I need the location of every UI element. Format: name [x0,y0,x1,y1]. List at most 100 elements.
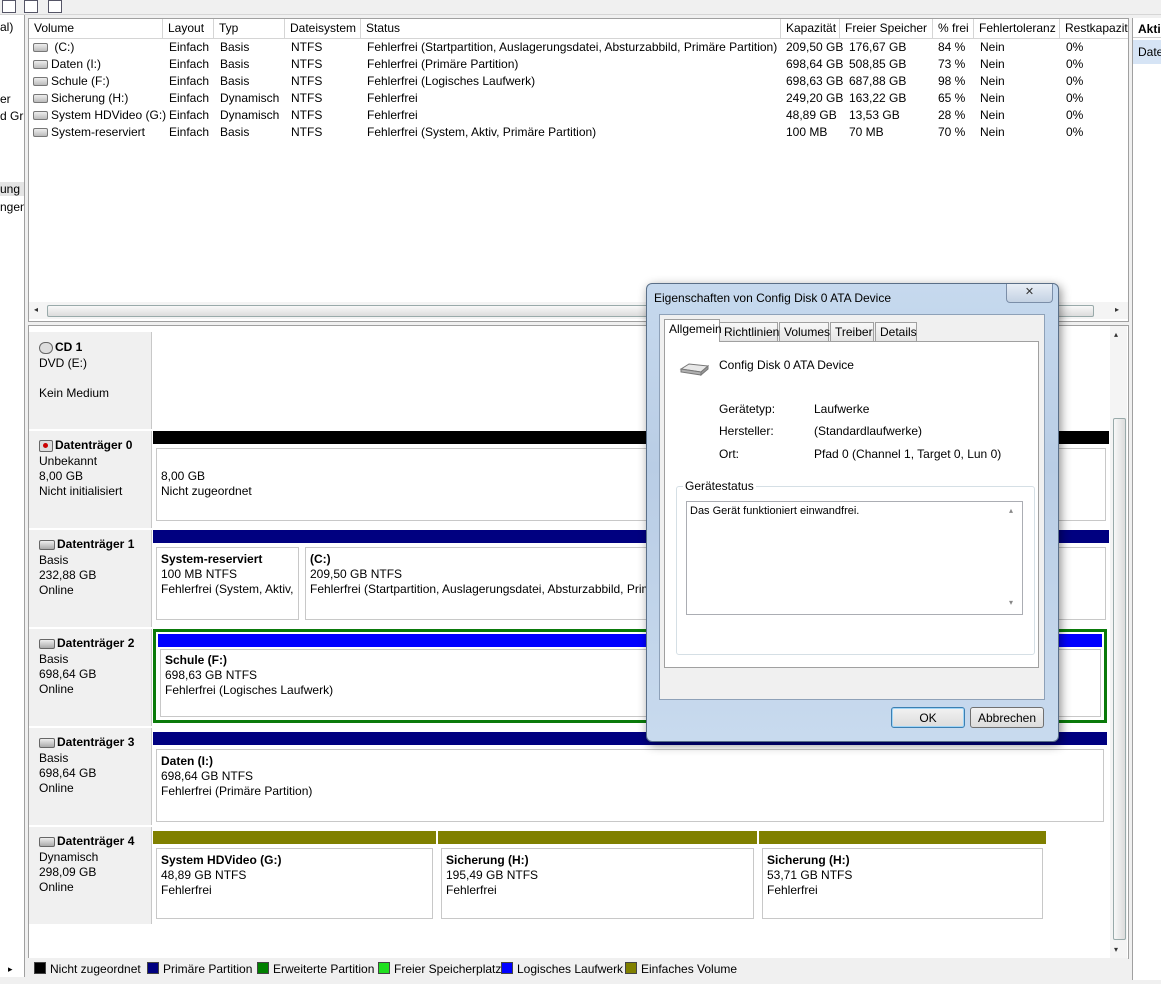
table-row[interactable]: Schule (F:) Einfach Basis NTFS Fehlerfrei (L… [29,73,1128,90]
legend-item: Nicht zugeordnet [34,962,141,976]
partition-g[interactable]: System HDVideo (G:) 48,89 GB NTFS Fehler… [153,831,436,922]
scroll-up-icon[interactable]: ▴ [1009,506,1013,515]
column-header-prozent-frei[interactable]: % frei [933,19,974,38]
scroll-up-icon[interactable]: ▴ [1114,330,1118,339]
tree-item[interactable]: ngen [0,200,24,214]
disk-status: Nicht initialisiert [39,484,123,498]
disk-name: Datenträger 1 [57,537,135,551]
table-cell-layout: Einfach [169,125,210,139]
back-icon[interactable] [2,0,16,13]
disk-status: Online [39,880,74,894]
tab-treiber[interactable]: Treiber [830,322,874,341]
scroll-down-icon[interactable]: ▾ [1114,945,1118,954]
table-row[interactable]: System HDVideo (G:) Einfach Dynamisch NTFS F… [29,107,1128,124]
partition-system-reserved[interactable]: System-reserviert 100 MB NTFS Fehlerfrei… [153,530,302,623]
table-cell-status: Fehlerfrei (Logisches Laufwerk) [367,74,536,88]
partition-status: Nicht zugeordnet [161,484,252,498]
disk-label-cd1[interactable]: CD 1 DVD (E:) Kein Medium [29,332,152,429]
partition-h-2[interactable]: Sicherung (H:) 53,71 GB NTFS Fehlerfrei [759,831,1046,922]
cancel-button[interactable]: Abbrechen [970,707,1044,728]
drive-icon [33,60,48,70]
device-status-textbox[interactable]: Das Gerät funktioniert einwandfrei. ▴ ▾ [686,501,1023,615]
partition-status: Fehlerfrei [767,883,818,897]
disk-size: 298,09 GB [39,865,97,879]
disk-label-0[interactable]: Datenträger 0 Unbekannt 8,00 GB Nicht in… [29,431,152,528]
tab-details[interactable]: Details [875,322,917,341]
column-header-freier-speicher[interactable]: Freier Speicher [840,19,933,38]
table-cell-ft: Nein [980,91,1005,105]
tab-richtlinien[interactable]: Richtlinien [719,322,779,341]
table-cell-layout: Einfach [169,91,210,105]
disk-label-3[interactable]: Datenträger 3 Basis 698,64 GB Online [29,728,152,825]
column-header-dateisystem[interactable]: Dateisystem [285,19,361,38]
table-cell-rest: 0% [1066,91,1084,105]
partition-name: Sicherung (H:) [767,853,850,867]
hard-disk-icon [39,539,55,550]
table-cell-pct: 65 % [938,91,966,105]
legend: Nicht zugeordnet Primäre Partition Erwei… [28,958,1128,978]
drive-icon [33,43,48,53]
partition-name: Schule (F:) [165,653,227,667]
properties-icon[interactable] [24,0,38,13]
table-cell-kap: 698,63 GB [786,74,844,88]
tab-volumes[interactable]: Volumes [779,322,830,341]
partition-size: 53,71 GB NTFS [767,868,853,882]
column-header-restkapazitaet[interactable]: Restkapazit [1060,19,1128,38]
scroll-right-icon[interactable]: ▸ [8,964,13,975]
volume-name: Daten (I:) [51,57,102,71]
table-cell-pct: 70 % [938,125,966,139]
column-header-fehlertoleranz[interactable]: Fehlertoleranz [974,19,1060,38]
disk-type: DVD (E:) [39,356,87,370]
column-header-volume[interactable]: Volume [29,19,163,38]
scroll-left-icon[interactable]: ◂ [34,305,38,314]
legend-item: Primäre Partition [147,962,252,976]
table-cell-frei: 163,22 GB [849,91,907,105]
disk-size: 698,64 GB [39,766,97,780]
table-cell-ft: Nein [980,40,1005,54]
drive-icon [33,94,48,104]
disk-type: Basis [39,553,69,567]
column-header-status[interactable]: Status [361,19,781,38]
table-row[interactable]: System-reserviert Einfach Basis NTFS Fehlerf… [29,124,1128,141]
table-cell-frei: 508,85 GB [849,57,907,71]
settings-icon[interactable] [48,0,62,13]
action-item[interactable]: Date [1133,40,1161,64]
legend-item: Freier Speicherplatz [378,962,501,976]
tab-allgemein[interactable]: Allgemein [664,319,722,342]
tree-item[interactable]: er [0,92,11,106]
table-cell-fs: NTFS [291,108,323,122]
close-button[interactable]: ✕ [1006,284,1053,303]
legend-item: Einfaches Volume [625,962,737,976]
vertical-scrollbar[interactable]: ▴ ▾ [1110,326,1127,958]
scrollbar-thumb[interactable] [1113,418,1126,940]
table-row[interactable]: Sicherung (H:) Einfach Dynamisch NTFS Fehler… [29,90,1128,107]
disk-label-2[interactable]: Datenträger 2 Basis 698,64 GB Online [29,629,152,726]
volume-list: Volume Layout Typ Dateisystem Status Kap… [28,18,1129,322]
ok-button[interactable]: OK [891,707,965,728]
scroll-right-icon[interactable]: ▸ [1115,305,1119,314]
dialog-client: Allgemein Richtlinien Volumes Treiber De… [659,314,1045,728]
table-row[interactable]: Daten (I:) Einfach Basis NTFS Fehlerfrei (Pr… [29,56,1128,73]
tree-item-selected[interactable]: ung [0,182,24,196]
partition-i[interactable]: Daten (I:) 698,64 GB NTFS Fehlerfrei (Pr… [153,732,1107,825]
disk-type: Dynamisch [39,850,99,864]
disk-label-1[interactable]: Datenträger 1 Basis 232,88 GB Online [29,530,152,627]
partition-h-1[interactable]: Sicherung (H:) 195,49 GB NTFS Fehlerfrei [438,831,757,922]
table-cell-rest: 0% [1066,74,1084,88]
table-cell-kap: 698,64 GB [786,57,844,71]
prop-label: Ort: [719,447,739,461]
volume-name: Schule (F:) [51,74,110,88]
disk-status: Online [39,583,74,597]
tree-item[interactable]: al) [0,20,13,34]
table-cell-typ: Basis [220,125,250,139]
table-cell-volume: Sicherung (H:) [33,90,128,107]
table-cell-status: Fehlerfrei (System, Aktiv, Primäre Parti… [367,125,597,139]
prop-value: Pfad 0 (Channel 1, Target 0, Lun 0) [814,447,1002,461]
table-row[interactable]: (C:) Einfach Basis NTFS Fehlerfrei (Startpar… [29,39,1128,56]
column-header-layout[interactable]: Layout [163,19,214,38]
disk-label-4[interactable]: Datenträger 4 Dynamisch 298,09 GB Online [29,827,152,924]
tree-item[interactable]: d Gr [0,109,23,123]
scroll-down-icon[interactable]: ▾ [1009,598,1013,607]
column-header-typ[interactable]: Typ [214,19,285,38]
column-header-kapazitaet[interactable]: Kapazität [781,19,840,38]
